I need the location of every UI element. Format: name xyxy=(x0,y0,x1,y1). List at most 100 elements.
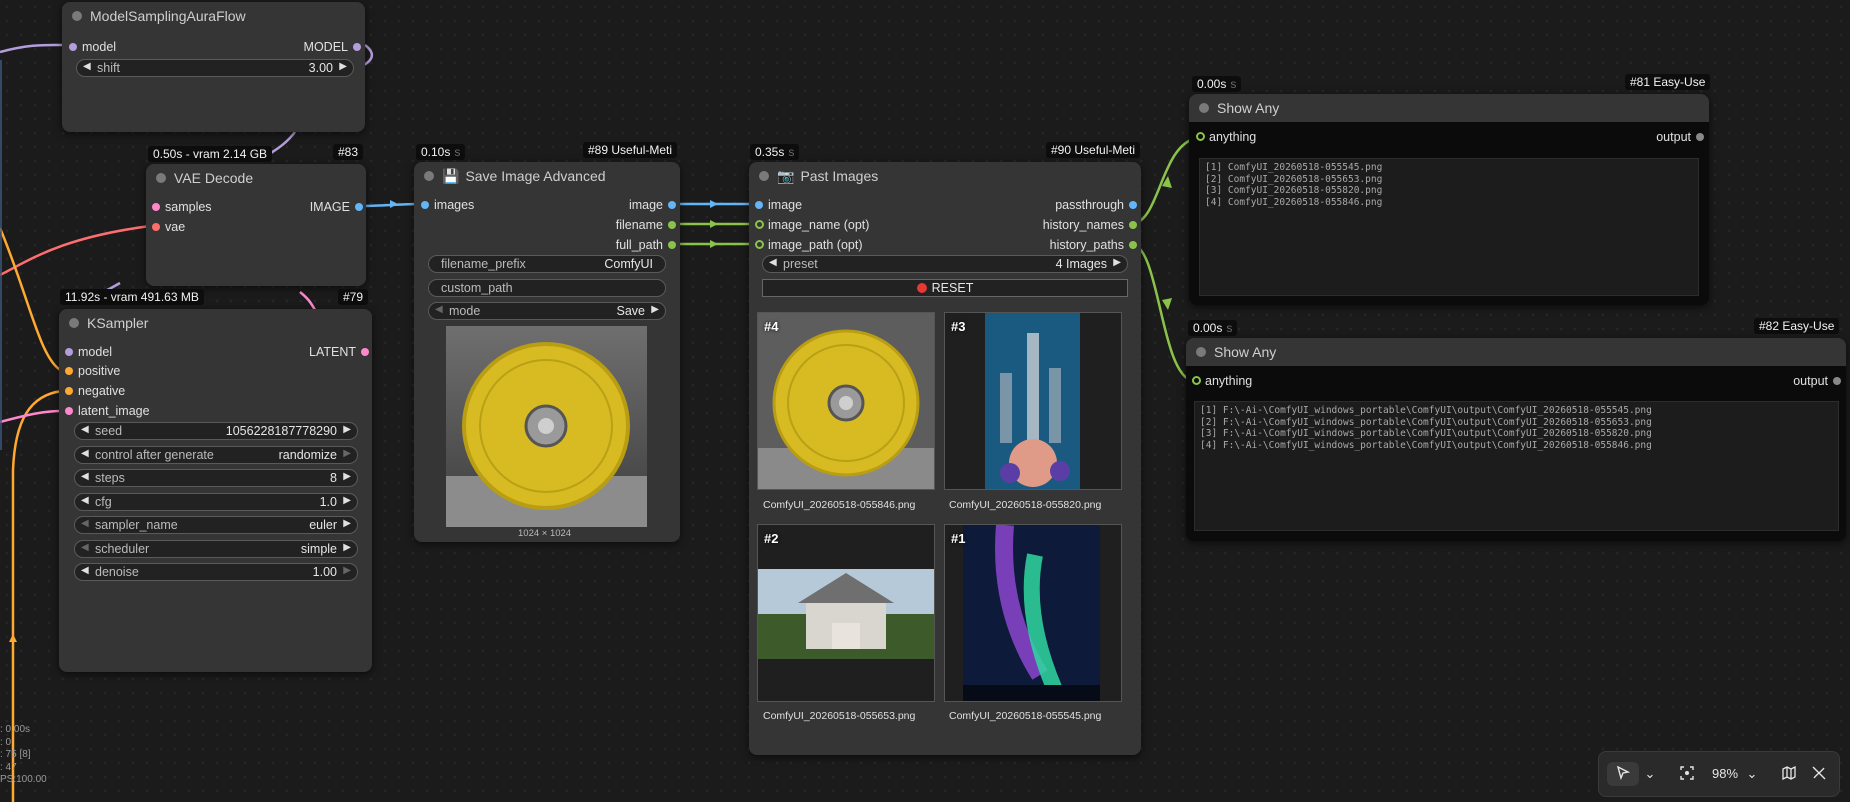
input-slot-image-path[interactable]: image_path (opt) xyxy=(755,237,863,253)
pin[interactable] xyxy=(152,203,160,211)
collapse-dot[interactable] xyxy=(72,11,82,21)
pin[interactable] xyxy=(668,221,676,229)
decrement-arrow-icon[interactable]: ◀ xyxy=(81,518,89,529)
chevron-down-icon[interactable]: ⌄ xyxy=(1743,762,1761,786)
widget-shift[interactable]: ◀ shift 3.00 ▶ xyxy=(76,59,354,77)
pin[interactable] xyxy=(1129,221,1137,229)
increment-arrow-icon[interactable]: ▶ xyxy=(343,495,351,506)
zoom-level[interactable]: 98% xyxy=(1707,762,1743,786)
thumbnail-3[interactable]: #3 xyxy=(944,312,1122,490)
widget-filename-prefix[interactable]: filename_prefix ComfyUI xyxy=(428,255,666,273)
pin[interactable] xyxy=(1696,133,1704,141)
chevron-down-icon[interactable]: ⌄ xyxy=(1641,762,1659,786)
output-slot-full-path[interactable]: full_path xyxy=(616,237,676,253)
pin[interactable] xyxy=(421,201,429,209)
collapse-dot[interactable] xyxy=(1196,347,1206,357)
pin[interactable] xyxy=(361,348,369,356)
output-slot-model[interactable]: MODEL xyxy=(304,39,361,55)
pin[interactable] xyxy=(353,43,361,51)
widget-custom-path[interactable]: custom_path xyxy=(428,279,666,297)
widget-seed[interactable]: ◀ seed 1056228187778290 ▶ xyxy=(74,422,358,440)
collapse-dot[interactable] xyxy=(69,318,79,328)
input-slot-latent-image[interactable]: latent_image xyxy=(65,403,150,419)
input-slot-anything[interactable]: anything xyxy=(1196,129,1256,145)
collapse-dot[interactable] xyxy=(156,173,166,183)
decrement-arrow-icon[interactable]: ◀ xyxy=(81,471,89,482)
pin[interactable] xyxy=(69,43,77,51)
output-slot-history-paths[interactable]: history_paths xyxy=(1050,237,1137,253)
output-slot-latent[interactable]: LATENT xyxy=(309,344,369,360)
widget-control-after-generate[interactable]: ◀ control after generate randomize ▶ xyxy=(74,446,358,464)
node-title[interactable]: Show Any xyxy=(1189,94,1709,122)
pin[interactable] xyxy=(65,348,73,356)
pin[interactable] xyxy=(65,367,73,375)
reset-button[interactable]: RESET xyxy=(762,279,1128,297)
node-vae-decode[interactable]: VAE Decode samples vae IMAGE xyxy=(146,164,366,286)
increment-arrow-icon[interactable]: ▶ xyxy=(343,518,351,529)
decrement-arrow-icon[interactable]: ◀ xyxy=(83,61,91,72)
decrement-arrow-icon[interactable]: ◀ xyxy=(81,542,89,553)
collapse-dot[interactable] xyxy=(424,171,434,181)
thumbnail-1[interactable]: #1 xyxy=(944,524,1122,702)
increment-arrow-icon[interactable]: ▶ xyxy=(651,304,659,315)
increment-arrow-icon[interactable]: ▶ xyxy=(343,542,351,553)
text-output[interactable]: [1] ComfyUI_20260518-055545.png [2] Comf… xyxy=(1199,158,1699,296)
pin[interactable] xyxy=(1129,241,1137,249)
node-title[interactable]: ModelSamplingAuraFlow xyxy=(62,2,365,30)
node-title[interactable]: 📷 Past Images xyxy=(749,162,1141,190)
node-ksampler[interactable]: KSampler model positive negative latent_… xyxy=(59,309,372,672)
output-slot-passthrough[interactable]: passthrough xyxy=(1055,197,1137,213)
node-show-any-81[interactable]: Show Any anything output [1] ComfyUI_202… xyxy=(1189,94,1709,305)
decrement-arrow-icon[interactable]: ◀ xyxy=(769,257,777,268)
input-slot-negative[interactable]: negative xyxy=(65,383,125,399)
increment-arrow-icon[interactable]: ▶ xyxy=(339,61,347,72)
pin[interactable] xyxy=(668,241,676,249)
pin[interactable] xyxy=(1196,132,1205,141)
hide-links-icon[interactable] xyxy=(1805,762,1833,786)
pointer-icon[interactable] xyxy=(1607,762,1639,786)
input-slot-images[interactable]: images xyxy=(421,197,474,213)
widget-denoise[interactable]: ◀ denoise 1.00 ▶ xyxy=(74,563,358,581)
pin[interactable] xyxy=(152,223,160,231)
increment-arrow-icon[interactable]: ▶ xyxy=(1113,257,1121,268)
thumbnail-4[interactable]: #4 xyxy=(757,312,935,490)
widget-cfg[interactable]: ◀ cfg 1.0 ▶ xyxy=(74,493,358,511)
input-slot-model[interactable]: model xyxy=(65,344,112,360)
output-slot-output[interactable]: output xyxy=(1793,373,1841,389)
pin[interactable] xyxy=(1192,376,1201,385)
collapse-dot[interactable] xyxy=(759,171,769,181)
widget-mode[interactable]: ◀ mode Save ▶ xyxy=(428,302,666,320)
input-slot-image[interactable]: image xyxy=(755,197,802,213)
node-show-any-82[interactable]: Show Any anything output [1] F:\-Ai-\Com… xyxy=(1186,338,1846,541)
pin[interactable] xyxy=(755,201,763,209)
decrement-arrow-icon[interactable]: ◀ xyxy=(81,565,89,576)
node-past-images[interactable]: 📷 Past Images image image_name (opt) imag… xyxy=(749,162,1141,755)
input-slot-image-name[interactable]: image_name (opt) xyxy=(755,217,869,233)
input-slot-vae[interactable]: vae xyxy=(152,219,185,235)
input-slot-positive[interactable]: positive xyxy=(65,363,120,379)
node-model-sampling[interactable]: ModelSamplingAuraFlow model MODEL ◀ shif… xyxy=(62,2,365,132)
widget-scheduler[interactable]: ◀ scheduler simple ▶ xyxy=(74,540,358,558)
node-title[interactable]: Show Any xyxy=(1186,338,1846,366)
pin[interactable] xyxy=(65,387,73,395)
increment-arrow-icon[interactable]: ▶ xyxy=(343,424,351,435)
pin[interactable] xyxy=(755,240,764,249)
pin[interactable] xyxy=(1833,377,1841,385)
increment-arrow-icon[interactable]: ▶ xyxy=(343,448,351,459)
decrement-arrow-icon[interactable]: ◀ xyxy=(81,448,89,459)
node-save-image-advanced[interactable]: 💾 Save Image Advanced images image filena… xyxy=(414,162,680,542)
pin[interactable] xyxy=(1129,201,1137,209)
decrement-arrow-icon[interactable]: ◀ xyxy=(81,495,89,506)
fit-view-icon[interactable] xyxy=(1673,762,1701,786)
output-slot-image[interactable]: IMAGE xyxy=(310,199,363,215)
output-slot-history-names[interactable]: history_names xyxy=(1043,217,1137,233)
decrement-arrow-icon[interactable]: ◀ xyxy=(81,424,89,435)
minimap-icon[interactable] xyxy=(1775,762,1803,786)
text-output[interactable]: [1] F:\-Ai-\ComfyUI_windows_portable\Com… xyxy=(1194,401,1839,531)
increment-arrow-icon[interactable]: ▶ xyxy=(343,471,351,482)
node-title[interactable]: KSampler xyxy=(59,309,372,337)
decrement-arrow-icon[interactable]: ◀ xyxy=(435,304,443,315)
pin[interactable] xyxy=(355,203,363,211)
node-title[interactable]: 💾 Save Image Advanced xyxy=(414,162,680,190)
widget-steps[interactable]: ◀ steps 8 ▶ xyxy=(74,469,358,487)
